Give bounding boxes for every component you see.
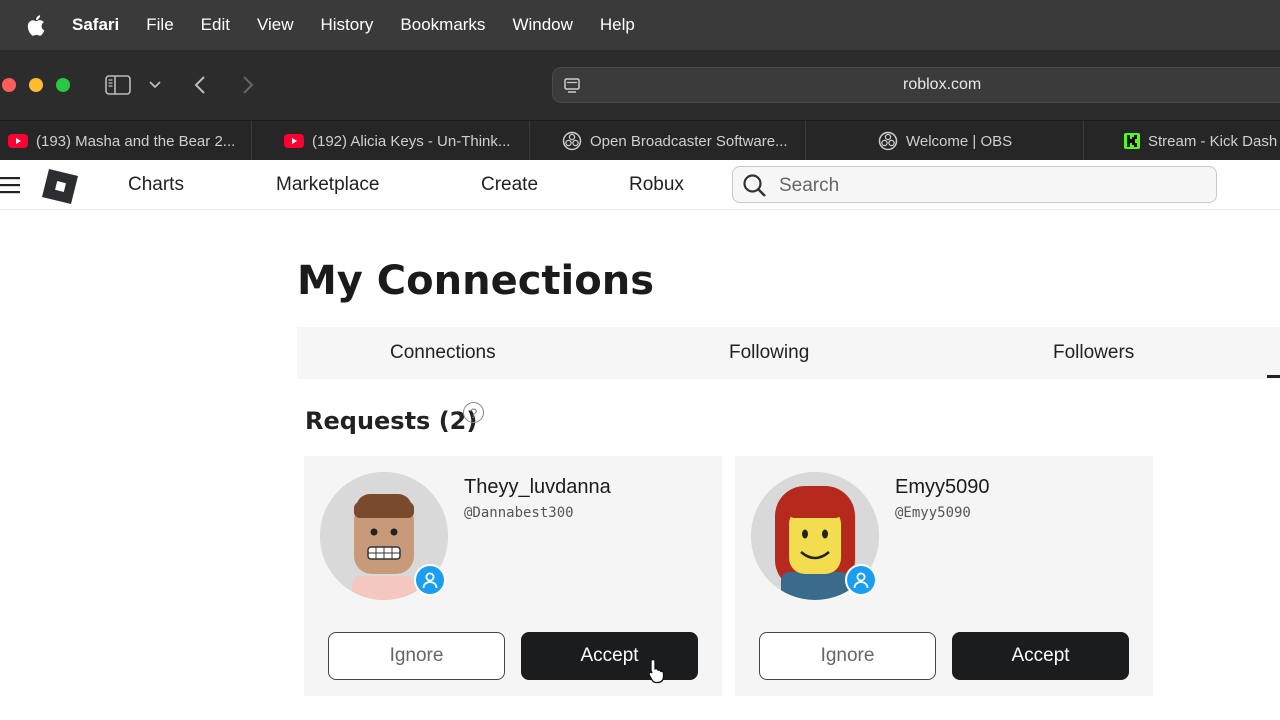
search-placeholder: Search [779, 175, 840, 196]
youtube-icon [8, 134, 28, 148]
connections-tabs: Connections Following Followers [297, 327, 1280, 379]
page-menu-icon[interactable] [563, 77, 581, 100]
browser-tab-label: Open Broadcaster Software... [590, 132, 788, 150]
tab-bar: (193) Masha and the Bear 2... (192) Alic… [0, 120, 1280, 161]
browser-tab-4[interactable]: Welcome | OBS [806, 121, 1084, 161]
browser-tab-label: Welcome | OBS [906, 132, 1013, 150]
minimize-window-button[interactable] [29, 78, 43, 92]
address-bar[interactable]: roblox.com [552, 67, 1280, 103]
nav-marketplace[interactable]: Marketplace [276, 174, 380, 196]
menu-edit[interactable]: Edit [201, 15, 230, 35]
active-tab-indicator [1267, 375, 1280, 378]
menu-history[interactable]: History [321, 15, 374, 35]
nav-robux[interactable]: Robux [629, 174, 684, 196]
menu-view[interactable]: View [257, 15, 294, 35]
hamburger-menu-icon[interactable] [0, 176, 22, 199]
chevron-down-icon[interactable] [148, 72, 162, 98]
sidebar-toggle-icon[interactable] [104, 72, 132, 98]
tab-connections[interactable]: Connections [390, 342, 496, 364]
browser-tab-3[interactable]: Open Broadcaster Software... [530, 121, 806, 161]
forward-arrow-icon[interactable] [238, 72, 258, 98]
youtube-icon [284, 134, 304, 148]
back-arrow-icon[interactable] [190, 72, 210, 98]
menu-help[interactable]: Help [600, 15, 635, 35]
request-username[interactable]: Theyy_luvdanna [464, 476, 611, 499]
menu-file[interactable]: File [146, 15, 173, 35]
hand-pointer-cursor-icon [648, 658, 666, 689]
macos-menu-bar: Safari File Edit View History Bookmarks … [0, 0, 1280, 50]
request-card: Emyy5090 @Emyy5090 Ignore Accept [735, 456, 1153, 696]
browser-tab-label: (193) Masha and the Bear 2... [36, 132, 236, 150]
obs-icon [878, 131, 898, 151]
menu-bookmarks[interactable]: Bookmarks [400, 15, 485, 35]
tab-following[interactable]: Following [729, 342, 809, 364]
nav-charts[interactable]: Charts [128, 174, 184, 196]
request-handle: @Emyy5090 [895, 505, 971, 521]
page-title: My Connections [297, 258, 655, 304]
nav-create[interactable]: Create [481, 174, 538, 196]
ignore-button[interactable]: Ignore [759, 632, 936, 680]
address-url: roblox.com [903, 76, 982, 93]
browser-tab-5[interactable]: Stream - Kick Dash [1084, 121, 1280, 161]
browser-tab-label: Stream - Kick Dash [1148, 132, 1278, 150]
browser-tab-2[interactable]: (192) Alicia Keys - Un-Think... [252, 121, 530, 161]
zoom-window-button[interactable] [56, 78, 70, 92]
menu-window[interactable]: Window [512, 15, 572, 35]
kick-icon [1124, 133, 1140, 149]
user-badge-icon [414, 564, 446, 596]
accept-button[interactable]: Accept [952, 632, 1129, 680]
ignore-button[interactable]: Ignore [328, 632, 505, 680]
help-icon[interactable]: ? [463, 402, 484, 423]
search-input[interactable]: Search [732, 166, 1217, 203]
browser-tab-1[interactable]: (193) Masha and the Bear 2... [0, 121, 252, 161]
apple-icon[interactable] [0, 14, 72, 36]
request-handle: @Dannabest300 [464, 505, 574, 521]
tab-followers[interactable]: Followers [1053, 342, 1134, 364]
requests-heading: Requests (2) [305, 407, 478, 435]
request-username[interactable]: Emyy5090 [895, 476, 990, 499]
search-icon [742, 173, 768, 204]
site-navbar: Charts Marketplace Create Robux Search [0, 160, 1280, 210]
close-window-button[interactable] [2, 78, 16, 92]
menu-app-name[interactable]: Safari [72, 15, 119, 35]
obs-icon [562, 131, 582, 151]
roblox-logo-icon[interactable] [40, 166, 80, 211]
accept-button[interactable]: Accept [521, 632, 698, 680]
user-badge-icon [845, 564, 877, 596]
browser-tab-label: (192) Alicia Keys - Un-Think... [312, 132, 511, 150]
